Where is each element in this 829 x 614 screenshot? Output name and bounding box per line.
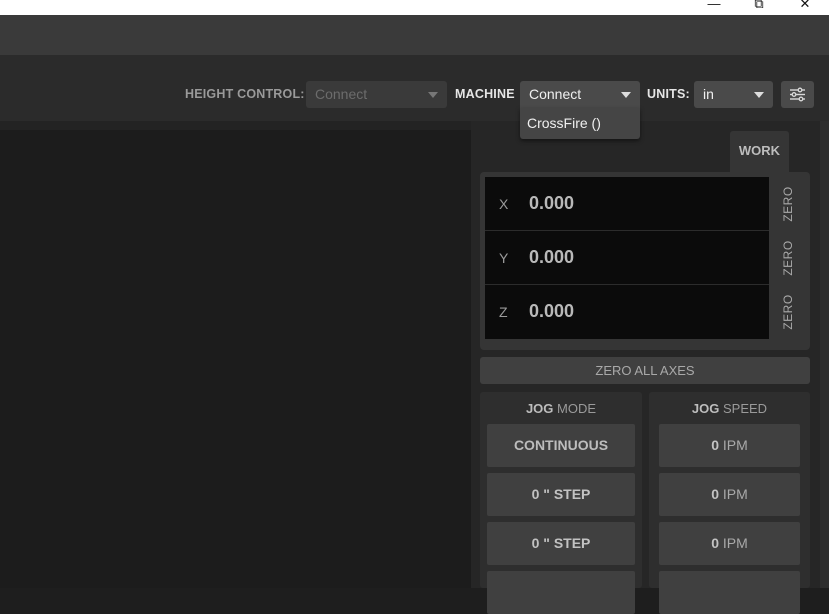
speed-value: 0 — [711, 437, 719, 453]
jog-mode-title: JOG MODE — [480, 401, 642, 416]
axis-label: Z — [499, 304, 508, 320]
axis-row-y: Y 0.000 — [485, 231, 769, 285]
jog-speed-title-rest: SPEED — [719, 401, 768, 416]
jog-speed-title: JOG SPEED — [649, 401, 810, 416]
menu-bar — [0, 15, 829, 55]
height-control-value: Connect — [315, 86, 368, 102]
step-label: 0 " STEP — [531, 486, 591, 502]
chevron-down-icon — [754, 92, 764, 98]
axis-row-x: X 0.000 — [485, 177, 769, 231]
jog-mode-step-button[interactable]: 0 " STEP — [487, 473, 635, 516]
machine-select[interactable]: Connect — [520, 81, 640, 108]
settings-button[interactable] — [781, 81, 814, 108]
zero-all-axes-button[interactable]: ZERO ALL AXES — [480, 357, 810, 384]
zero-label: ZERO — [781, 186, 795, 222]
zero-label: ZERO — [781, 294, 795, 330]
axis-value: 0.000 — [529, 193, 575, 213]
speed-unit: IPM — [719, 486, 748, 502]
machine-label: MACHINE — [455, 87, 515, 101]
jog-speed-button[interactable]: 0 IPM — [659, 473, 800, 516]
speed-unit: IPM — [719, 437, 748, 453]
restore-icon[interactable]: ⧉ — [745, 0, 773, 12]
tab-work[interactable]: WORK — [730, 131, 789, 173]
chevron-down-icon — [428, 92, 438, 98]
jog-speed-title-bold: JOG — [691, 401, 720, 416]
units-value: in — [703, 86, 714, 102]
jog-mode-title-rest: MODE — [553, 401, 597, 416]
jog-speed-button[interactable]: 0 IPM — [659, 424, 800, 467]
jog-mode-step-button[interactable]: 0 " STEP — [487, 522, 635, 565]
height-control-label: HEIGHT CONTROL: — [185, 87, 305, 101]
close-icon[interactable]: ✕ — [791, 0, 819, 12]
zero-label: ZERO — [781, 240, 795, 276]
dropdown-option-crossfire[interactable]: CrossFire () — [527, 115, 601, 131]
speed-value: 0 — [711, 486, 719, 502]
units-select[interactable]: in — [694, 81, 773, 108]
zero-z-button[interactable]: ZERO — [773, 285, 803, 339]
speed-value: 0 — [711, 535, 719, 551]
jog-mode-step-button[interactable] — [487, 571, 635, 614]
units-label: UNITS: — [647, 87, 690, 101]
toolpath-canvas[interactable] — [0, 130, 471, 588]
machine-dropdown-menu: CrossFire () — [520, 108, 640, 139]
zero-x-button[interactable]: ZERO — [773, 177, 803, 231]
panel-scrollbar-track — [820, 121, 829, 588]
window-titlebar: — ⧉ ✕ — [0, 0, 829, 15]
axis-value: 0.000 — [529, 247, 575, 267]
jog-mode-title-bold: JOG — [525, 401, 554, 416]
zero-y-button[interactable]: ZERO — [773, 231, 803, 285]
jog-speed-button[interactable]: 0 IPM — [659, 522, 800, 565]
height-control-select: Connect — [306, 81, 447, 108]
axis-value: 0.000 — [529, 301, 575, 321]
machine-value: Connect — [529, 86, 582, 102]
axis-row-z: Z 0.000 — [485, 285, 769, 339]
axis-label: Y — [499, 250, 509, 266]
speed-unit: IPM — [719, 535, 748, 551]
axis-label: X — [499, 196, 509, 212]
sliders-icon — [790, 87, 805, 102]
chevron-down-icon — [621, 92, 631, 98]
jog-mode-continuous-button[interactable]: CONTINUOUS — [487, 424, 635, 467]
jog-speed-button[interactable] — [659, 571, 800, 614]
minimize-icon[interactable]: — — [700, 0, 728, 12]
step-label: 0 " STEP — [531, 535, 591, 551]
